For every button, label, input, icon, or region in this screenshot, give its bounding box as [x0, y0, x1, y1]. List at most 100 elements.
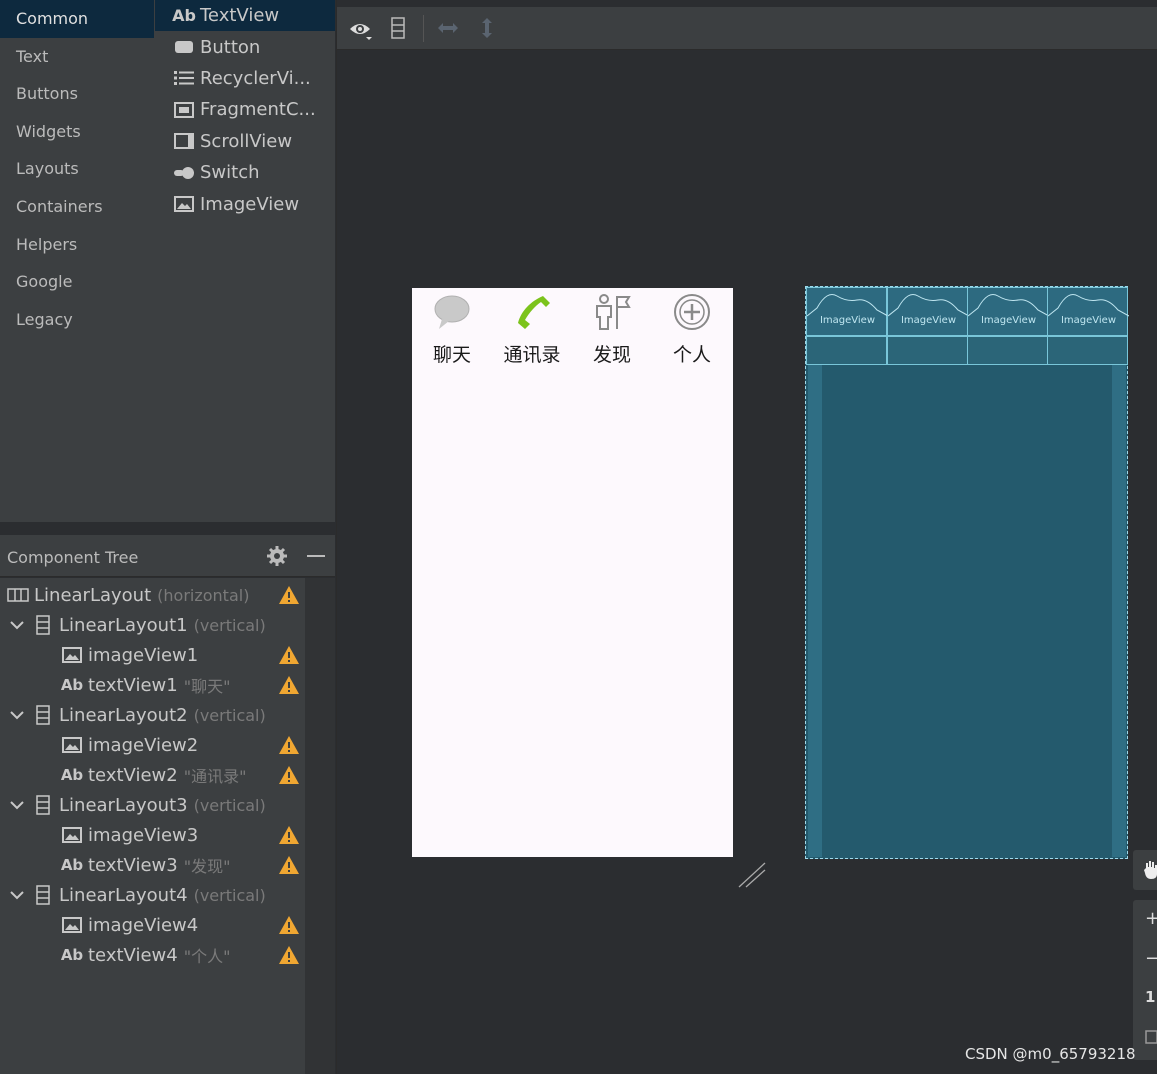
tab-chat[interactable]: 聊天	[412, 288, 492, 368]
palette-widget-label: Switch	[200, 162, 260, 184]
warning-icon[interactable]	[278, 765, 300, 785]
blueprint-textview[interactable]	[967, 336, 1048, 365]
image-placeholder-icon	[887, 294, 970, 317]
image-icon	[173, 195, 195, 213]
chevron-down-icon[interactable]	[8, 796, 26, 814]
palette-widget-switch[interactable]: Switch	[155, 157, 335, 188]
tab-discover[interactable]: 发现	[572, 288, 652, 368]
switch-icon	[173, 164, 195, 182]
image-placeholder-icon	[1047, 294, 1130, 317]
palette-category-legacy[interactable]: Legacy	[0, 301, 154, 339]
palette-widget-scrollview[interactable]: ScrollView	[155, 126, 335, 157]
palette-widget-button[interactable]: Button	[155, 31, 335, 62]
component-tree-scrollbar[interactable]	[305, 578, 335, 1074]
palette-widget-label: TextView	[200, 5, 280, 27]
palette-category-google[interactable]: Google	[0, 263, 154, 301]
tree-row-textview2[interactable]: Ab textView2 "通讯录"	[0, 760, 305, 790]
android-studio-layout-editor: Common Text Buttons Widgets Layouts Cont…	[0, 0, 1157, 1074]
tree-row-textview4[interactable]: Ab textView4 "个人"	[0, 940, 305, 970]
palette-category-buttons[interactable]: Buttons	[0, 75, 154, 113]
fit-screen-icon[interactable]	[1145, 1030, 1157, 1044]
palette-category-containers[interactable]: Containers	[0, 188, 154, 226]
zoom-in-button[interactable]: +	[1145, 908, 1157, 929]
palette-widget-list: Ab TextView Button RecyclerVi... Fragmen…	[155, 0, 335, 230]
warning-icon[interactable]	[278, 915, 300, 935]
palette-widget-label: ScrollView	[200, 130, 293, 152]
eye-icon[interactable]	[349, 19, 373, 41]
textview-icon: Ab	[60, 676, 84, 694]
palette-widget-textview[interactable]: Ab TextView	[155, 0, 335, 32]
warning-icon[interactable]	[278, 585, 300, 605]
tree-row-imageview1[interactable]: imageView1	[0, 640, 305, 670]
blueprint-textview[interactable]	[887, 336, 968, 365]
chevron-down-icon[interactable]	[8, 886, 26, 904]
tab-label: 发现	[592, 344, 631, 366]
palette-category-text[interactable]: Text	[0, 38, 154, 76]
tree-row-imageview2[interactable]: imageView2	[0, 730, 305, 760]
vertical-layout-icon[interactable]	[391, 17, 405, 39]
resize-handle-icon[interactable]	[738, 862, 766, 888]
tree-node-name: textView2	[88, 764, 178, 786]
blueprint-textview[interactable]	[806, 336, 887, 365]
palette-widget-fragmentcontainer[interactable]: FragmentC...	[155, 94, 335, 125]
tree-row-textview1[interactable]: Ab textView1 "聊天"	[0, 670, 305, 700]
collapse-icon[interactable]	[307, 555, 325, 557]
palette-category-widgets[interactable]: Widgets	[0, 113, 154, 151]
tab-me[interactable]: 个人	[652, 288, 732, 368]
tree-row-linearlayout4[interactable]: LinearLayout4 (vertical)	[0, 880, 305, 910]
warning-icon[interactable]	[278, 645, 300, 665]
palette-category-common[interactable]: Common	[0, 0, 154, 38]
textview-icon: Ab	[60, 946, 84, 964]
warning-icon[interactable]	[278, 855, 300, 875]
textview-icon: Ab	[172, 6, 196, 26]
horizontal-resize-icon[interactable]	[437, 21, 459, 35]
tree-node-hint: (vertical)	[193, 615, 266, 635]
textview-icon: Ab	[60, 856, 84, 874]
tree-row-linearlayout2[interactable]: LinearLayout2 (vertical)	[0, 700, 305, 730]
vertical-layout-icon	[32, 705, 54, 725]
tree-row-linearlayout1[interactable]: LinearLayout1 (vertical)	[0, 610, 305, 640]
vertical-resize-icon[interactable]	[480, 17, 494, 39]
pan-button[interactable]	[1133, 850, 1157, 890]
zoom-out-button[interactable]: −	[1145, 948, 1157, 969]
phone-icon	[518, 296, 550, 329]
blueprint-imageview[interactable]: ImageView	[1047, 287, 1130, 336]
tab-contacts[interactable]: 通讯录	[492, 288, 572, 368]
palette-widget-imageview[interactable]: ImageView	[155, 188, 335, 219]
warning-icon[interactable]	[278, 735, 300, 755]
warning-icon[interactable]	[278, 945, 300, 965]
blueprint-label: ImageView	[980, 315, 1037, 326]
tree-node-hint: "通讯录"	[183, 767, 247, 786]
palette-widget-recyclerview[interactable]: RecyclerVi...	[155, 63, 335, 94]
blueprint-imageview[interactable]: ImageView	[806, 287, 889, 336]
tree-node-name: textView1	[88, 674, 178, 696]
component-tree: LinearLayout (horizontal) LinearLayout1 …	[0, 578, 305, 1074]
tree-row-linearlayout[interactable]: LinearLayout (horizontal)	[0, 580, 305, 610]
blueprint-textview[interactable]	[1047, 336, 1128, 365]
toolbar-separator	[423, 15, 424, 42]
palette-widget-label: FragmentC...	[200, 99, 316, 121]
chevron-down-icon[interactable]	[8, 706, 26, 724]
blueprint-view[interactable]: ImageView ImageView ImageView ImageView	[805, 286, 1130, 859]
blueprint-imageview[interactable]: ImageView	[967, 287, 1050, 336]
warning-icon[interactable]	[278, 825, 300, 845]
palette-category-helpers[interactable]: Helpers	[0, 226, 154, 264]
toolbar-top-strip	[337, 0, 1157, 7]
tree-row-linearlayout3[interactable]: LinearLayout3 (vertical)	[0, 790, 305, 820]
palette-category-layouts[interactable]: Layouts	[0, 150, 154, 188]
vertical-layout-icon	[32, 615, 54, 635]
gear-icon[interactable]	[266, 545, 288, 567]
chevron-down-icon[interactable]	[8, 616, 26, 634]
warning-icon[interactable]	[278, 675, 300, 695]
tree-node-hint: "发现"	[183, 857, 231, 876]
design-preview-screen[interactable]: 聊天 通讯录 发现 个人	[412, 288, 733, 857]
panel-divider[interactable]	[336, 0, 337, 1074]
tree-row-textview3[interactable]: Ab textView3 "发现"	[0, 850, 305, 880]
palette-widget-label: Button	[200, 36, 261, 58]
tree-node-name: LinearLayout1	[59, 614, 188, 636]
blueprint-imageview[interactable]: ImageView	[887, 287, 970, 336]
zoom-actual-size-button[interactable]: 1:	[1145, 988, 1157, 1006]
tree-row-imageview3[interactable]: imageView3	[0, 820, 305, 850]
tree-row-imageview4[interactable]: imageView4	[0, 910, 305, 940]
button-icon	[173, 38, 195, 56]
